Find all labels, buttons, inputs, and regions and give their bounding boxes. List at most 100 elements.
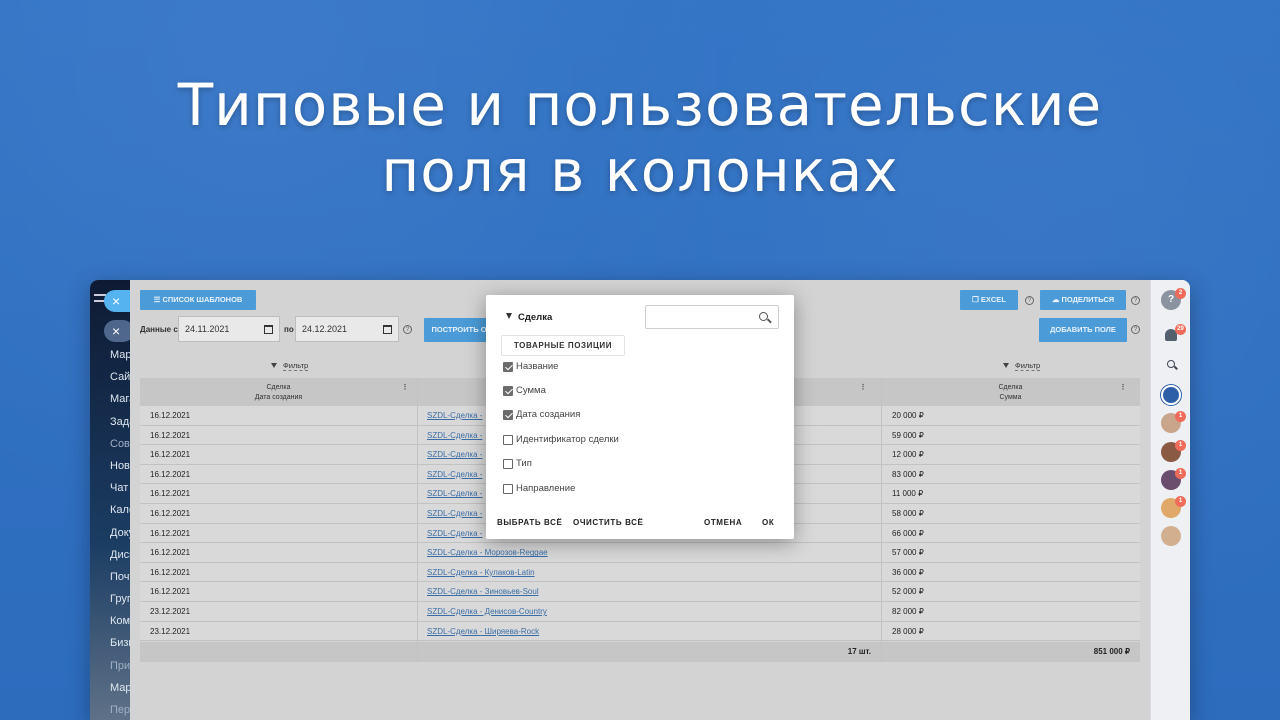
- nav-item[interactable]: Почт: [110, 566, 130, 588]
- avatar-badge: 1: [1175, 411, 1186, 422]
- nav-pill-dim[interactable]: ×: [104, 320, 130, 342]
- nav-item[interactable]: Сайт: [110, 366, 130, 388]
- copy-icon: ❐: [972, 295, 981, 304]
- close-icon: ×: [112, 293, 121, 309]
- cell-sum: 58 000 ₽: [892, 509, 924, 518]
- table-row: 23.12.2021 SZDL-Сделка - Денисов-Country 8…: [140, 602, 1140, 622]
- nav-item[interactable]: Мар: [110, 344, 130, 366]
- excel-button[interactable]: ❐ EXCEL: [960, 290, 1018, 310]
- cell-date: 23.12.2021: [150, 607, 191, 616]
- search-icon[interactable]: [1167, 360, 1175, 368]
- cell-deal-link[interactable]: SZDL-Сделка - Ширяева-Rock: [427, 622, 867, 641]
- help-icon[interactable]: ?: [403, 325, 412, 334]
- cell-date: 16.12.2021: [150, 430, 191, 440]
- date-to-input[interactable]: 24.12.2021: [295, 316, 399, 342]
- nav-item[interactable]: Зада: [110, 411, 130, 433]
- ok-button[interactable]: ОК: [762, 517, 774, 529]
- cell-sum: 20 000 ₽: [892, 411, 924, 420]
- nav-item[interactable]: Чат: [110, 477, 130, 499]
- cell-sum: 83 000 ₽: [892, 469, 924, 479]
- headline-line-2: поля в колонках: [381, 137, 899, 205]
- nav-item[interactable]: При: [110, 655, 130, 677]
- cell-deal-link[interactable]: SZDL-Сделка - Кулаков-Latin: [427, 563, 867, 582]
- cell-sum: 28 000 ₽: [892, 626, 924, 636]
- footer-total: 851 000 ₽: [1093, 647, 1130, 656]
- cell-deal-link[interactable]: SZDL-Сделка - Морозов-Reggae: [427, 543, 867, 562]
- right-rail: ? 2 29 1 1 1 1: [1150, 280, 1190, 720]
- table-footer: 17 шт. 851 000 ₽: [140, 642, 1140, 662]
- help-icon[interactable]: ?: [1131, 296, 1140, 305]
- checkbox[interactable]: [503, 484, 513, 494]
- notification-badge: 29: [1175, 324, 1186, 335]
- nav-item[interactable]: Нов: [110, 455, 130, 477]
- cancel-button[interactable]: ОТМЕНА: [704, 517, 742, 529]
- group-chat-icon[interactable]: [1161, 385, 1181, 405]
- cell-sum: 66 000 ₽: [892, 528, 924, 538]
- checkbox[interactable]: [503, 435, 513, 445]
- nav-item[interactable]: Груп: [110, 588, 130, 610]
- clear-all-button[interactable]: ОЧИСТИТЬ ВСЁ: [573, 517, 643, 529]
- filter-icon[interactable]: [1003, 363, 1009, 368]
- cell-sum: 52 000 ₽: [892, 587, 924, 597]
- nav-item[interactable]: Пер: [110, 699, 130, 720]
- nav-item[interactable]: Мага: [110, 388, 130, 410]
- tab-product-items[interactable]: ТОВАРНЫЕ ПОЗИЦИИ: [501, 335, 625, 356]
- nav-item[interactable]: Бизн: [110, 632, 130, 654]
- close-pill[interactable]: ×: [104, 290, 130, 312]
- nav-item[interactable]: Сов: [110, 433, 130, 455]
- build-report-button[interactable]: ПОСТРОИТЬ О: [424, 318, 494, 342]
- nav-item[interactable]: Кале: [110, 499, 130, 521]
- checkbox[interactable]: [503, 410, 513, 420]
- nav-item[interactable]: Мар: [110, 677, 130, 699]
- column-header-date[interactable]: Сделка Дата создания: [140, 378, 417, 406]
- filter-link[interactable]: Фильтр: [1015, 361, 1041, 371]
- cell-date: 16.12.2021: [150, 469, 191, 479]
- calendar-icon[interactable]: [383, 325, 392, 334]
- date-to-label: по: [284, 325, 294, 334]
- cell-sum: 11 000 ₽: [892, 489, 924, 499]
- headline-line-1: Типовые и пользовательские: [177, 71, 1103, 139]
- filter-link[interactable]: Фильтр: [283, 361, 309, 371]
- date-from-input[interactable]: 24.11.2021: [178, 316, 280, 342]
- cell-sum: 59 000 ₽: [892, 430, 924, 440]
- cell-date: 16.12.2021: [150, 509, 191, 518]
- help-icon[interactable]: ?: [1131, 325, 1140, 334]
- column-menu-icon[interactable]: ⋮: [400, 378, 410, 406]
- avatar-badge: 1: [1175, 496, 1186, 507]
- nav-items: Мар Сайт Мага Зада Сов Нов Чат Кале Доку…: [110, 344, 130, 720]
- checkbox[interactable]: [503, 362, 513, 372]
- avatar[interactable]: [1161, 526, 1181, 546]
- select-all-button[interactable]: ВЫБРАТЬ ВСЁ: [497, 517, 562, 529]
- calendar-icon[interactable]: [264, 325, 273, 334]
- avatar-badge: 1: [1175, 440, 1186, 451]
- cell-deal-link[interactable]: SZDL-Сделка - Зиновьев-Soul: [427, 582, 867, 601]
- column-menu-icon[interactable]: ⋮: [1118, 378, 1128, 406]
- cell-date: 16.12.2021: [150, 548, 191, 558]
- help-icon[interactable]: ?: [1025, 296, 1034, 305]
- filter-icon: [506, 313, 512, 319]
- close-icon: ×: [112, 323, 121, 339]
- footer-count: 17 шт.: [847, 647, 871, 656]
- left-navigation: × × Мар Сайт Мага Зада Сов Нов Чат Кале …: [90, 280, 130, 720]
- add-field-button[interactable]: ДОБАВИТЬ ПОЛЕ: [1039, 318, 1127, 342]
- nav-item[interactable]: Доку: [110, 522, 130, 544]
- nav-item[interactable]: Ком: [110, 610, 130, 632]
- share-icon: ☁: [1051, 295, 1062, 304]
- templates-list-button[interactable]: ☰ СПИСОК ШАБЛОНОВ: [140, 290, 256, 310]
- search-icon: [759, 312, 768, 321]
- share-button[interactable]: ☁ ПОДЕЛИТЬСЯ: [1040, 290, 1126, 310]
- nav-item[interactable]: Диск: [110, 544, 130, 566]
- cell-sum: 82 000 ₽: [892, 607, 924, 616]
- cell-date: 16.12.2021: [150, 528, 191, 538]
- column-header-sum[interactable]: Сделка Сумма: [881, 378, 1140, 406]
- cell-deal-link[interactable]: SZDL-Сделка - Денисов-Country: [427, 602, 867, 621]
- dialog-title: Сделка: [518, 312, 553, 323]
- table-row: 16.12.2021 SZDL-Сделка - Морозов-Reggae 57…: [140, 543, 1140, 563]
- checkbox[interactable]: [503, 386, 513, 396]
- search-input[interactable]: [645, 305, 779, 329]
- cell-sum: 57 000 ₽: [892, 548, 924, 558]
- column-menu-icon[interactable]: ⋮: [858, 378, 868, 406]
- checkbox[interactable]: [503, 459, 513, 469]
- headline: Типовые и пользовательские поля в колонк…: [0, 72, 1280, 204]
- filter-icon[interactable]: [271, 363, 277, 368]
